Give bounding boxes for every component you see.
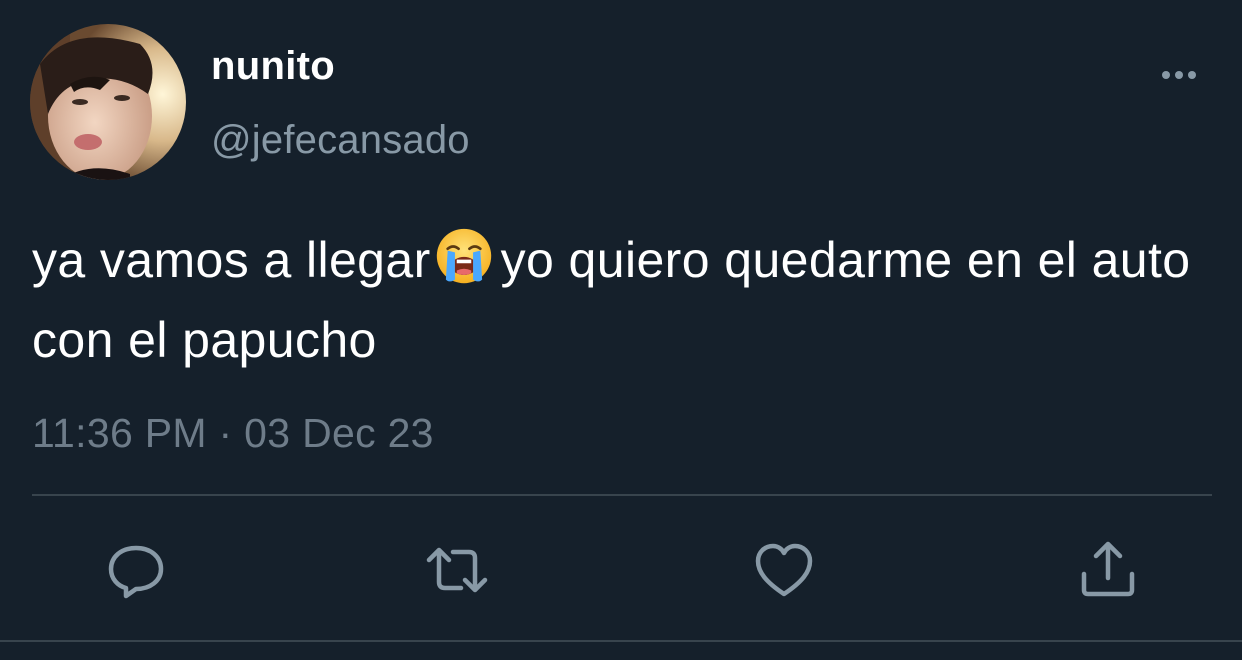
retweet-icon — [426, 547, 488, 593]
retweet-button[interactable] — [425, 538, 489, 602]
share-button[interactable] — [1076, 538, 1140, 602]
like-icon — [755, 543, 813, 597]
loudly-crying-face-icon — [436, 228, 491, 284]
more-icon-dot — [1175, 71, 1183, 79]
tweet-text: ya vamos a llegar yo quiero quedarme en … — [32, 220, 1212, 380]
tweet-text-part-1: ya vamos a llegar — [32, 232, 431, 288]
more-icon-dot — [1188, 71, 1196, 79]
share-icon — [1081, 541, 1135, 597]
display-name[interactable]: nunito — [211, 42, 335, 90]
avatar[interactable] — [30, 24, 186, 180]
bottom-divider — [0, 640, 1242, 642]
divider — [32, 494, 1212, 496]
tweet-card: nunito @jefecansado ya vamos a llegar yo… — [0, 0, 1242, 660]
tweet-timestamp[interactable]: 11:36 PM · 03 Dec 23 — [32, 408, 434, 458]
reply-button[interactable] — [104, 538, 168, 602]
more-options-button[interactable] — [1156, 60, 1202, 90]
reply-icon — [108, 545, 164, 599]
more-icon — [1162, 71, 1170, 79]
like-button[interactable] — [752, 538, 816, 602]
user-handle[interactable]: @jefecansado — [211, 116, 470, 164]
